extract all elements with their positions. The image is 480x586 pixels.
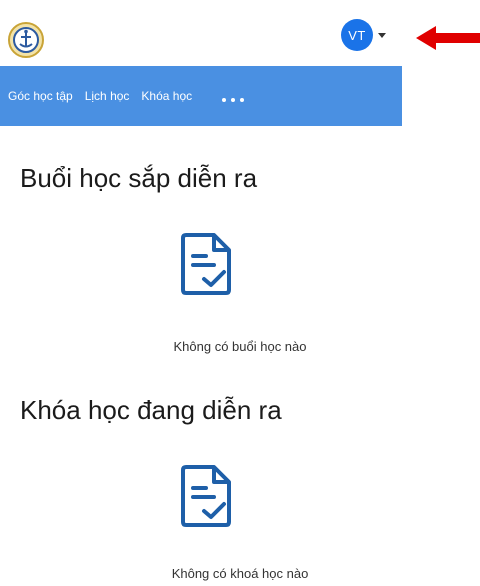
nav-item-goc-hoc-tap[interactable]: Góc học tập — [8, 89, 73, 103]
nav-item-lich-hoc[interactable]: Lịch học — [85, 89, 130, 103]
main-nav: Góc học tập Lịch học Khóa học — [0, 66, 402, 126]
user-menu[interactable]: VT — [341, 19, 401, 51]
section-title-ongoing-courses: Khóa học đang diễn ra — [20, 395, 282, 425]
more-dots-icon[interactable] — [222, 98, 245, 102]
nav-item-khoa-hoc[interactable]: Khóa học — [141, 89, 192, 103]
section-title-upcoming-sessions: Buổi học sắp diễn ra — [20, 163, 258, 193]
empty-sessions-text: Không có buổi học nào — [173, 339, 307, 354]
document-check-icon — [181, 465, 231, 527]
empty-courses-text: Không có khoá học nào — [171, 566, 309, 581]
document-check-icon — [181, 233, 231, 295]
top-bar: VT — [0, 0, 402, 66]
annotation-arrow-icon — [416, 26, 480, 50]
school-logo[interactable] — [4, 20, 54, 60]
avatar[interactable]: VT — [341, 19, 373, 51]
caret-down-icon[interactable] — [378, 32, 386, 38]
